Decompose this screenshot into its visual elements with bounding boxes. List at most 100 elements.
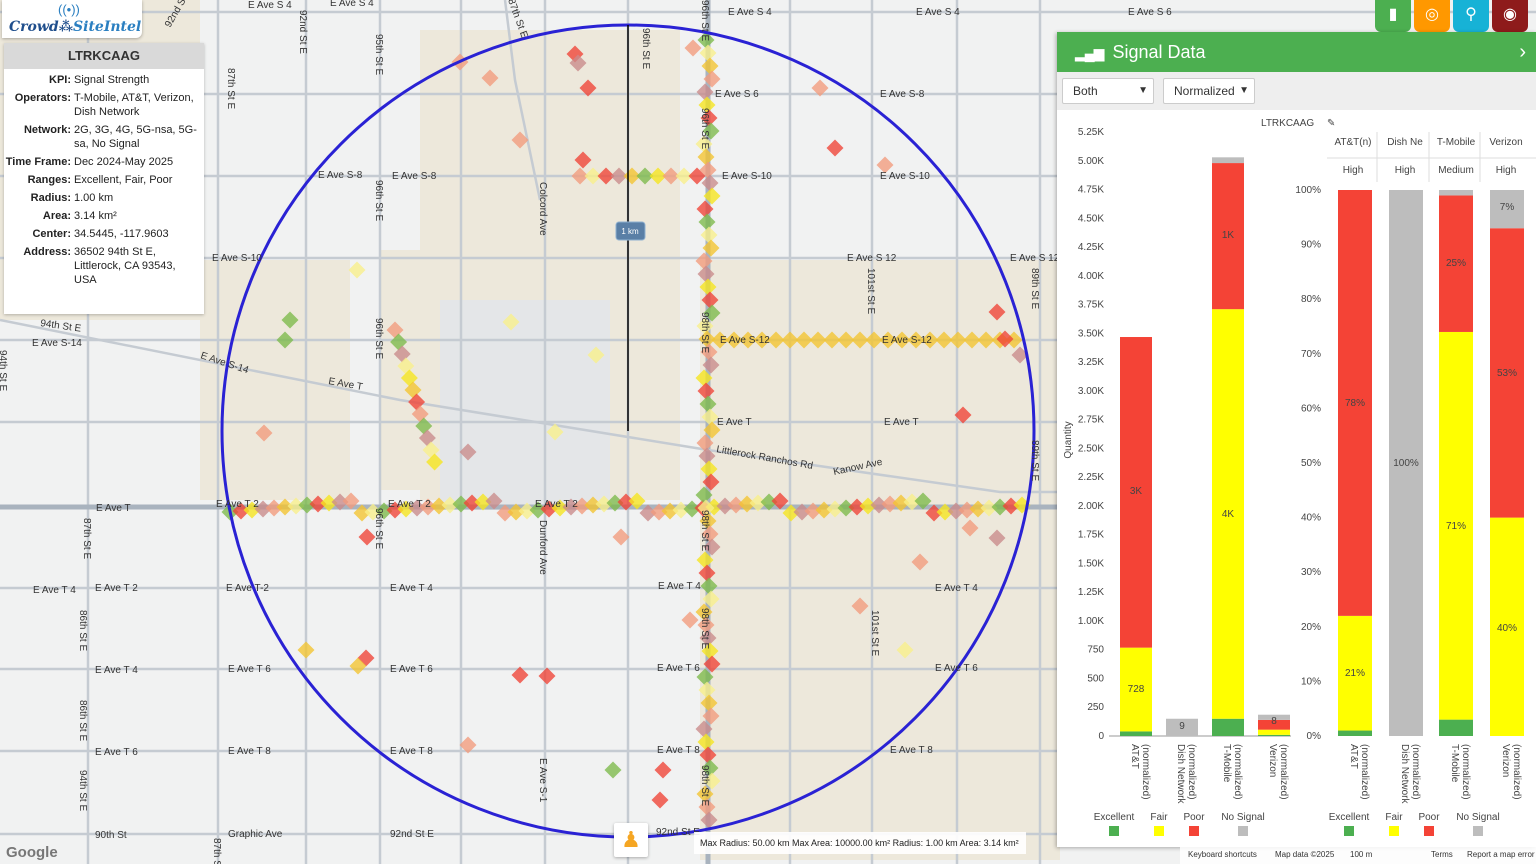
mode-select[interactable]: Normalized ▼ bbox=[1163, 78, 1255, 104]
x-tick-label: (normalized) bbox=[1140, 744, 1151, 800]
logo-text-crowd: Crowd bbox=[9, 19, 59, 35]
y-axis-label: Quantity bbox=[1063, 421, 1074, 458]
y-tick-label: 3.25K bbox=[1078, 357, 1104, 368]
signal-chart: LTRKCAAG ✎ Quantity 0 250 500 750 1.00K 1.25K 1.5… bbox=[1063, 118, 1536, 836]
signal-data-panel: ▂▄▆ Signal Data › Both ▼ Normalized ▼ LT… bbox=[1057, 32, 1536, 847]
road-label: E Ave S 6 bbox=[715, 89, 759, 100]
road-label: Dunford Ave bbox=[537, 520, 548, 575]
x-tick-label: (normalized) bbox=[1232, 744, 1243, 800]
legend-swatch[interactable] bbox=[1109, 826, 1119, 836]
data-label: 8 bbox=[1271, 716, 1277, 727]
road-label: E Ave T 4 bbox=[95, 665, 138, 676]
data-label: 21% bbox=[1345, 668, 1365, 679]
panel-title: Signal Data bbox=[1112, 42, 1206, 62]
road-label: E Ave S 12 bbox=[1010, 253, 1060, 264]
road-label: Colcord Ave bbox=[537, 182, 548, 236]
terrain-patch bbox=[700, 260, 1060, 860]
report-error-link[interactable]: Report a map error bbox=[1467, 850, 1535, 859]
legend-swatch[interactable] bbox=[1473, 826, 1483, 836]
info-value: Dec 2024-May 2025 bbox=[74, 156, 174, 168]
collapse-chevron-icon[interactable]: › bbox=[1519, 32, 1526, 72]
app-logo[interactable]: ((•)) Crowd⁂SiteIntel bbox=[2, 0, 142, 38]
bar-segment bbox=[1258, 729, 1290, 735]
road-label: E Ave T 8 bbox=[657, 745, 700, 756]
y-tick-label: 250 bbox=[1087, 702, 1104, 713]
road-label: E Ave T bbox=[717, 417, 752, 428]
data-label: 9 bbox=[1179, 721, 1185, 732]
x-tick-label: AT&T bbox=[1348, 744, 1359, 769]
road-label: E Ave T 8 bbox=[390, 746, 433, 757]
info-key: Time Frame: bbox=[5, 156, 71, 168]
radius-scale-label: 1 km bbox=[621, 227, 639, 236]
road-label: 96th St E bbox=[699, 0, 710, 41]
bar-segment bbox=[1120, 731, 1152, 736]
legend-swatch[interactable] bbox=[1154, 826, 1164, 836]
info-value: 36502 94th St E, Littlerock, CA 93543, U… bbox=[74, 246, 176, 286]
road-label: 86th St E bbox=[77, 610, 88, 651]
x-tick-label: Verizon bbox=[1267, 744, 1278, 777]
road-label: 95th St E bbox=[373, 34, 384, 75]
street-view-pegman-icon[interactable]: ♟ bbox=[614, 823, 648, 857]
bar-segment bbox=[1212, 157, 1244, 164]
map-attribution: Keyboard shortcuts Map data ©2025 100 m … bbox=[1180, 846, 1536, 864]
info-key: Center: bbox=[32, 228, 71, 240]
bar-segment bbox=[1212, 718, 1244, 736]
people-icon: ⁂ bbox=[58, 19, 74, 35]
terms-link[interactable]: Terms bbox=[1431, 850, 1453, 859]
info-row: Area: 3.14 km² bbox=[4, 209, 204, 223]
legend-swatch[interactable] bbox=[1238, 826, 1248, 836]
x-tick-label: (normalized) bbox=[1278, 744, 1289, 800]
app-root: 1 km E Ave S 4 E Ave S 4 E Ave S 4 E Ave S … bbox=[0, 0, 1536, 864]
road-label: 92nd St E bbox=[297, 10, 308, 54]
y-tick-label: 80% bbox=[1301, 294, 1321, 305]
legend-label: Excellent bbox=[1094, 812, 1135, 823]
info-value: Signal Strength bbox=[74, 74, 150, 86]
road-label: E Ave S 4 bbox=[916, 7, 960, 18]
y-tick-label: 5.25K bbox=[1078, 127, 1104, 138]
target-button[interactable]: ◎ bbox=[1414, 0, 1450, 32]
road-label: 96th St E bbox=[373, 318, 384, 359]
y-tick-label: 90% bbox=[1301, 240, 1321, 251]
info-key: Ranges: bbox=[27, 174, 71, 186]
globe-button[interactable]: ◉ bbox=[1492, 0, 1528, 32]
road-label: 89th St E bbox=[1029, 268, 1040, 309]
road-label: E Ave T bbox=[96, 503, 131, 514]
road-label: 96th St E bbox=[699, 108, 710, 149]
road-label: E Ave S-10 bbox=[212, 253, 262, 264]
road-label: 86th St E bbox=[77, 700, 88, 741]
road-label: 96th St E bbox=[373, 180, 384, 221]
road-label: E Ave T 6 bbox=[657, 663, 700, 674]
legend-swatch[interactable] bbox=[1344, 826, 1354, 836]
legend-swatch[interactable] bbox=[1189, 826, 1199, 836]
chart-button[interactable]: ▮ bbox=[1375, 0, 1411, 32]
road-label: 92nd St E bbox=[390, 829, 434, 840]
road-label: E Ave T 4 bbox=[390, 583, 433, 594]
road-label: E Ave T bbox=[884, 417, 919, 428]
x-tick-label: (normalized) bbox=[1511, 744, 1522, 800]
legend-label: Excellent bbox=[1329, 812, 1370, 823]
y-tick-label: 0% bbox=[1307, 731, 1322, 742]
info-value: 3.14 km² bbox=[74, 210, 117, 222]
chevron-down-icon: ▼ bbox=[1239, 85, 1249, 96]
x-tick-label: (normalized) bbox=[1186, 744, 1197, 800]
road-label: E Ave T 4 bbox=[33, 585, 76, 596]
road-label: 98th St E bbox=[699, 608, 710, 649]
location-button[interactable]: ⚲ bbox=[1453, 0, 1489, 32]
road-label: 87th St E bbox=[81, 518, 92, 559]
legend-swatch[interactable] bbox=[1389, 826, 1399, 836]
legend-swatch[interactable] bbox=[1424, 826, 1434, 836]
data-label: 53% bbox=[1497, 368, 1517, 379]
operator-select[interactable]: Both ▼ bbox=[1062, 78, 1154, 104]
info-value: Excellent, Fair, Poor bbox=[74, 174, 173, 186]
info-row: Address: 36502 94th St E, Littlerock, CA … bbox=[4, 245, 204, 287]
chart-title: LTRKCAAG bbox=[1261, 118, 1314, 129]
tier-header: Verizon bbox=[1489, 137, 1522, 148]
keyboard-shortcuts-link[interactable]: Keyboard shortcuts bbox=[1188, 850, 1257, 859]
road-label: E Ave T 2 bbox=[216, 499, 259, 510]
road-label: E Ave S-8 bbox=[880, 89, 925, 100]
edit-pencil-icon[interactable]: ✎ bbox=[1327, 118, 1335, 129]
y-tick-label: 1.25K bbox=[1078, 587, 1104, 598]
data-label: 728 bbox=[1128, 684, 1145, 695]
x-tick-label: Dish Network bbox=[1399, 744, 1410, 804]
tier-header: Dish Ne bbox=[1387, 137, 1423, 148]
